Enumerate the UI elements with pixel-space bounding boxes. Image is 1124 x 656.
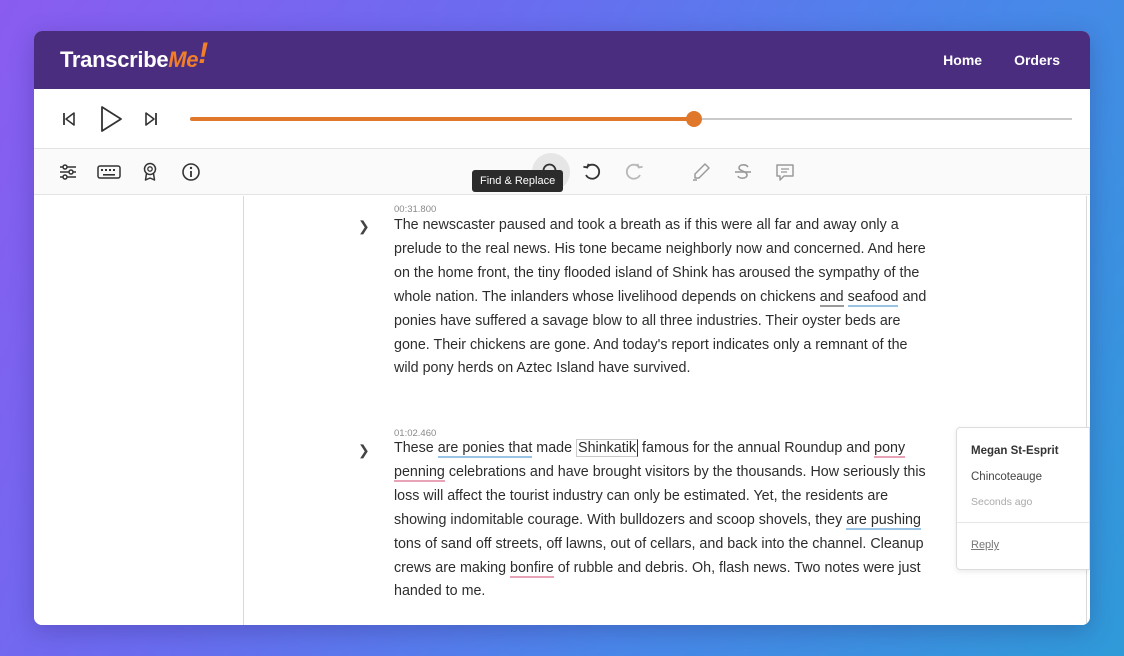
commented-word[interactable]: Shinkatik	[576, 439, 639, 457]
skip-back-button[interactable]	[60, 109, 78, 129]
info-icon	[182, 163, 200, 181]
undo-button[interactable]	[576, 156, 608, 188]
app-window: Transcribe Me! Home Orders 00:31.800 ❯ T…	[34, 31, 1090, 625]
left-sidebar	[34, 196, 244, 625]
main-nav: Home Orders	[943, 52, 1060, 68]
skip-forward-button[interactable]	[142, 109, 160, 129]
settings-button[interactable]	[52, 156, 84, 188]
highlighter-icon	[693, 163, 710, 181]
play-icon	[101, 105, 122, 132]
add-comment-button[interactable]	[769, 156, 801, 188]
comment-card[interactable]: Megan St-Esprit Chincoteauge Seconds ago…	[956, 427, 1090, 570]
segment-text[interactable]: These are ponies that made Shinkatik fam…	[394, 437, 934, 604]
expand-segment-chevron-icon[interactable]: ❯	[358, 442, 370, 459]
flagged-word[interactable]: are ponies that	[437, 440, 533, 458]
skip-back-icon	[63, 111, 75, 126]
redo-icon	[625, 163, 643, 180]
playback-progress-slider[interactable]	[190, 109, 1072, 129]
settings-sliders-icon	[60, 164, 76, 180]
comment-reply-link[interactable]: Reply	[971, 539, 999, 551]
comment-text: Chincoteauge	[971, 471, 1042, 483]
play-button[interactable]	[96, 104, 126, 134]
redo-button[interactable]	[618, 156, 650, 188]
keyboard-icon	[97, 165, 121, 179]
expand-segment-chevron-icon[interactable]: ❯	[358, 218, 370, 235]
keyboard-shortcuts-button[interactable]	[93, 156, 125, 188]
audio-player	[34, 89, 1090, 149]
flagged-word[interactable]: are pushing	[846, 511, 921, 530]
comment-divider	[957, 522, 1089, 523]
flagged-word[interactable]: seafood	[847, 288, 899, 307]
progress-handle[interactable]	[685, 110, 702, 127]
logo-text-accent: Me	[168, 47, 199, 72]
flagged-word[interactable]: bonfire	[510, 559, 554, 578]
nav-orders-link[interactable]: Orders	[1014, 52, 1060, 68]
transcribeme-logo[interactable]: Transcribe Me!	[60, 39, 208, 73]
top-navbar: Transcribe Me! Home Orders	[34, 31, 1090, 89]
text-run: These	[394, 440, 438, 456]
strikethrough-icon	[735, 164, 751, 179]
editor-area: 00:31.800 ❯ The newscaster paused and to…	[34, 196, 1090, 625]
award-ribbon-icon	[143, 162, 157, 181]
guidelines-button[interactable]	[134, 156, 166, 188]
progress-fill	[190, 116, 694, 121]
flagged-word[interactable]: and	[819, 288, 844, 307]
skip-forward-icon	[145, 111, 157, 126]
text-run: famous for the annual Roundup and	[638, 440, 875, 456]
info-button[interactable]	[175, 156, 207, 188]
logo-text-main: Transcribe	[60, 47, 169, 72]
nav-home-link[interactable]: Home	[943, 52, 982, 68]
undo-icon	[583, 163, 601, 180]
text-run	[844, 289, 848, 305]
segment-text[interactable]: The newscaster paused and took a breath …	[394, 214, 934, 381]
comment-icon	[776, 164, 794, 181]
text-run: made	[532, 440, 577, 456]
highlight-button[interactable]	[685, 156, 717, 188]
find-replace-tooltip: Find & Replace	[472, 170, 564, 192]
comment-timestamp: Seconds ago	[971, 496, 1033, 508]
comment-author: Megan St-Esprit	[971, 445, 1059, 457]
strikethrough-button[interactable]	[727, 156, 759, 188]
